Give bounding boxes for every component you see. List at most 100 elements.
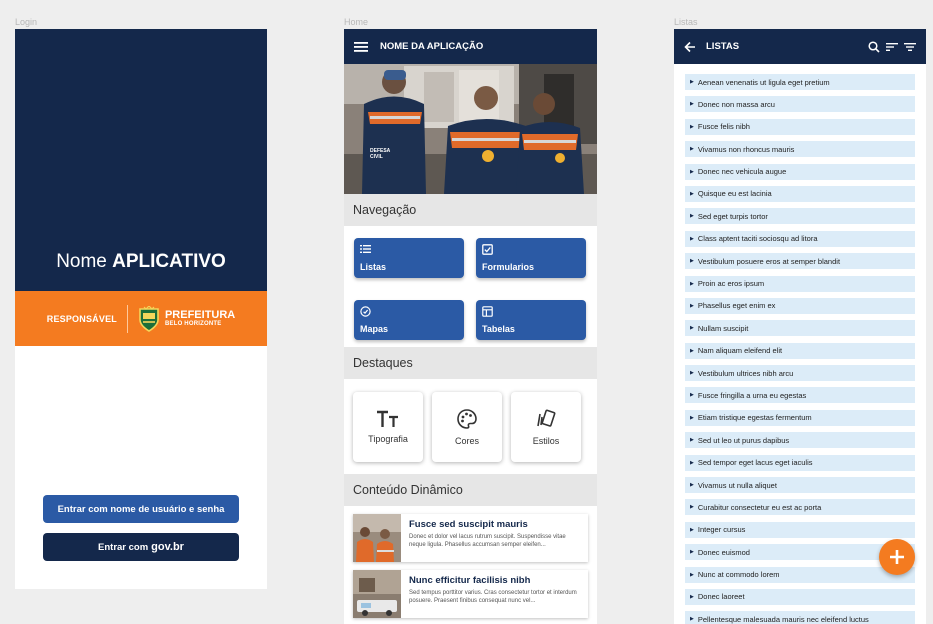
- app-name-bold: APLICATIVO: [112, 251, 226, 272]
- expand-triangle-icon: ▶: [690, 616, 694, 623]
- section-conteudo-dinamico: Conteúdo Dinâmico: [344, 474, 597, 506]
- list-item[interactable]: ▶ Etiam tristique egestas fermentum: [685, 409, 915, 426]
- expand-triangle-icon: ▶: [690, 571, 694, 578]
- nav-button-mapas[interactable]: Mapas: [354, 299, 464, 340]
- expand-triangle-icon: ▶: [690, 302, 694, 309]
- nav-grid: Listas Formularios Mapas Tabelas: [344, 226, 597, 347]
- destaque-label-tipografia: Tipografia: [368, 434, 408, 444]
- govbr-bold: gov.br: [151, 541, 184, 553]
- nav-label-tabelas: Tabelas: [482, 323, 515, 334]
- prefeitura-line1: PREFEITURA: [164, 309, 236, 321]
- list-item[interactable]: ▶ Donec laoreet: [685, 588, 915, 605]
- list-item[interactable]: ▶ Nullam suscipit: [685, 320, 915, 337]
- list-item-label: Vivamus ut nulla aliquet: [697, 480, 777, 490]
- list-item[interactable]: ▶ Curabitur consectetur eu est ac porta: [685, 499, 915, 516]
- list-item-label: Nam aliquam eleifend elit: [697, 346, 783, 356]
- list-item[interactable]: ▶ Quisque eu est lacinia: [685, 185, 915, 202]
- login-header: Nome APLICATIVO: [15, 29, 267, 291]
- list-item[interactable]: ▶ Sed ut leo ut purus dapibus: [685, 432, 915, 449]
- dynamic-card-1[interactable]: Fusce sed suscipit mauris Donec et dolor…: [353, 514, 588, 562]
- list-item[interactable]: ▶ Aenean venenatis ut ligula eget pretium: [685, 74, 915, 90]
- list-item-label: Sed ut leo ut purus dapibus: [697, 435, 790, 445]
- hero-image: DEFESA CIVIL: [344, 64, 597, 194]
- list-item[interactable]: ▶ Nunc at commodo lorem: [685, 566, 915, 583]
- list-item[interactable]: ▶ Donec nec vehicula augue: [685, 163, 915, 180]
- list-item[interactable]: ▶ Proin ac eros ipsum: [685, 275, 915, 292]
- menu-icon[interactable]: [354, 41, 368, 53]
- table-icon: [482, 305, 493, 317]
- hero-photo: [344, 64, 597, 194]
- expand-triangle-icon: ▶: [690, 392, 694, 399]
- dynamic-thumb-image-2: [353, 570, 401, 618]
- expand-triangle-icon: ▶: [690, 101, 694, 108]
- home-app-bar: NOME DA APLICAÇÃO: [344, 29, 597, 64]
- city-crest-icon: [139, 305, 159, 332]
- app-name-prefix: Nome: [56, 251, 113, 272]
- list-item[interactable]: ▶ Phasellus eget enim ex: [685, 297, 915, 314]
- list-item-label: Aenean venenatis ut ligula eget pretium: [697, 77, 830, 87]
- destaque-cores[interactable]: Cores: [432, 392, 502, 462]
- sort-icon[interactable]: [886, 42, 898, 52]
- list-item[interactable]: ▶ Class aptent taciti sociosqu ad litora: [685, 230, 915, 247]
- destaque-tipografia[interactable]: Tipografia: [353, 392, 423, 462]
- add-fab-button[interactable]: [879, 539, 915, 575]
- list-item[interactable]: ▶ Fusce fringilla a urna eu egestas: [685, 387, 915, 404]
- destaque-label-estilos: Estilos: [532, 436, 560, 446]
- list-item-label: Vivamus non rhoncus mauris: [697, 144, 795, 154]
- list-item-label: Vestibulum posuere eros at semper blandi…: [697, 256, 841, 266]
- nav-button-tabelas[interactable]: Tabelas: [476, 299, 586, 340]
- list-item-label: Pellentesque malesuada mauris nec eleife…: [697, 614, 869, 624]
- list-item[interactable]: ▶ Sed eget turpis tortor: [685, 208, 915, 225]
- login-govbr-button[interactable]: Entrar com gov.br: [43, 533, 239, 561]
- prefeitura-logo: PREFEITURA BELO HORIZONTE: [138, 305, 236, 332]
- expand-triangle-icon: ▶: [690, 146, 694, 153]
- list-item[interactable]: ▶ Vestibulum posuere eros at semper bland…: [685, 253, 915, 270]
- list-item-label: Proin ac eros ipsum: [697, 279, 765, 289]
- list-item[interactable]: ▶ Vestibulum ultrices nibh arcu: [685, 365, 915, 382]
- checkbox-icon: [482, 244, 493, 255]
- destaques-row: Tipografia Cores Estilos: [344, 379, 597, 474]
- expand-triangle-icon: ▶: [690, 459, 694, 466]
- search-icon[interactable]: [868, 40, 880, 53]
- list-item-label: Class aptent taciti sociosqu ad litora: [697, 234, 818, 244]
- expand-triangle-icon: ▶: [690, 437, 694, 444]
- expand-triangle-icon: ▶: [690, 235, 694, 242]
- list-item[interactable]: ▶ Pellentesque malesuada mauris nec eleif…: [685, 611, 915, 624]
- expand-triangle-icon: ▶: [690, 168, 694, 175]
- nav-button-listas[interactable]: Listas: [354, 238, 464, 278]
- list-item[interactable]: ▶ Vivamus non rhoncus mauris: [685, 141, 915, 158]
- expand-triangle-icon: ▶: [690, 504, 694, 511]
- nav-label-formularios: Formularios: [482, 262, 535, 272]
- login-screen: Nome APLICATIVO RESPONSÁVEL PREFEITURA B…: [15, 29, 267, 589]
- destaque-estilos[interactable]: Estilos: [511, 392, 581, 462]
- dynamic-card-2[interactable]: Nunc efficitur facilisis nibh Sed tempus…: [353, 570, 588, 618]
- list-item[interactable]: ▶ Integer cursus: [685, 521, 915, 538]
- expand-triangle-icon: ▶: [690, 280, 694, 287]
- list-item[interactable]: ▶ Donec non massa arcu: [685, 96, 915, 113]
- list-item[interactable]: ▶ Fusce felis nibh: [685, 118, 915, 135]
- listas-app-bar: LISTAS: [674, 29, 926, 64]
- nav-label-mapas: Mapas: [360, 323, 389, 334]
- listas-screen: LISTAS ▶ Aenean venenatis ut ligula eget …: [674, 29, 926, 624]
- login-username-button[interactable]: Entrar com nome de usuário e senha: [43, 495, 239, 523]
- list-item[interactable]: ▶ Vivamus ut nulla aliquet: [685, 477, 915, 494]
- expand-triangle-icon: ▶: [690, 370, 694, 377]
- list-item[interactable]: ▶ Sed tempor eget lacus eget iaculis: [685, 454, 915, 471]
- list-item-label: Donec non massa arcu: [697, 99, 775, 109]
- expand-triangle-icon: ▶: [690, 549, 694, 556]
- dynamic-title-1: Fusce sed suscipit mauris: [409, 519, 528, 530]
- back-arrow-icon[interactable]: [684, 41, 696, 53]
- list-item-label: Phasellus eget enim ex: [697, 301, 776, 311]
- list-item-label: Fusce felis nibh: [697, 122, 750, 132]
- govbr-prefix: Entrar com: [98, 541, 149, 553]
- list-item-label: Curabitur consectetur eu est ac porta: [697, 502, 822, 512]
- expand-triangle-icon: ▶: [690, 258, 694, 265]
- list-item[interactable]: ▶ Nam aliquam eleifend elit: [685, 342, 915, 359]
- responsible-band: RESPONSÁVEL PREFEITURA BELO HORIZONTE: [15, 291, 267, 346]
- plus-icon: [890, 550, 904, 564]
- expand-triangle-icon: ▶: [690, 482, 694, 489]
- filter-icon[interactable]: [904, 42, 916, 52]
- expand-triangle-icon: ▶: [690, 414, 694, 421]
- nav-button-formularios[interactable]: Formularios: [476, 238, 586, 278]
- dynamic-thumb-image-1: [353, 514, 401, 562]
